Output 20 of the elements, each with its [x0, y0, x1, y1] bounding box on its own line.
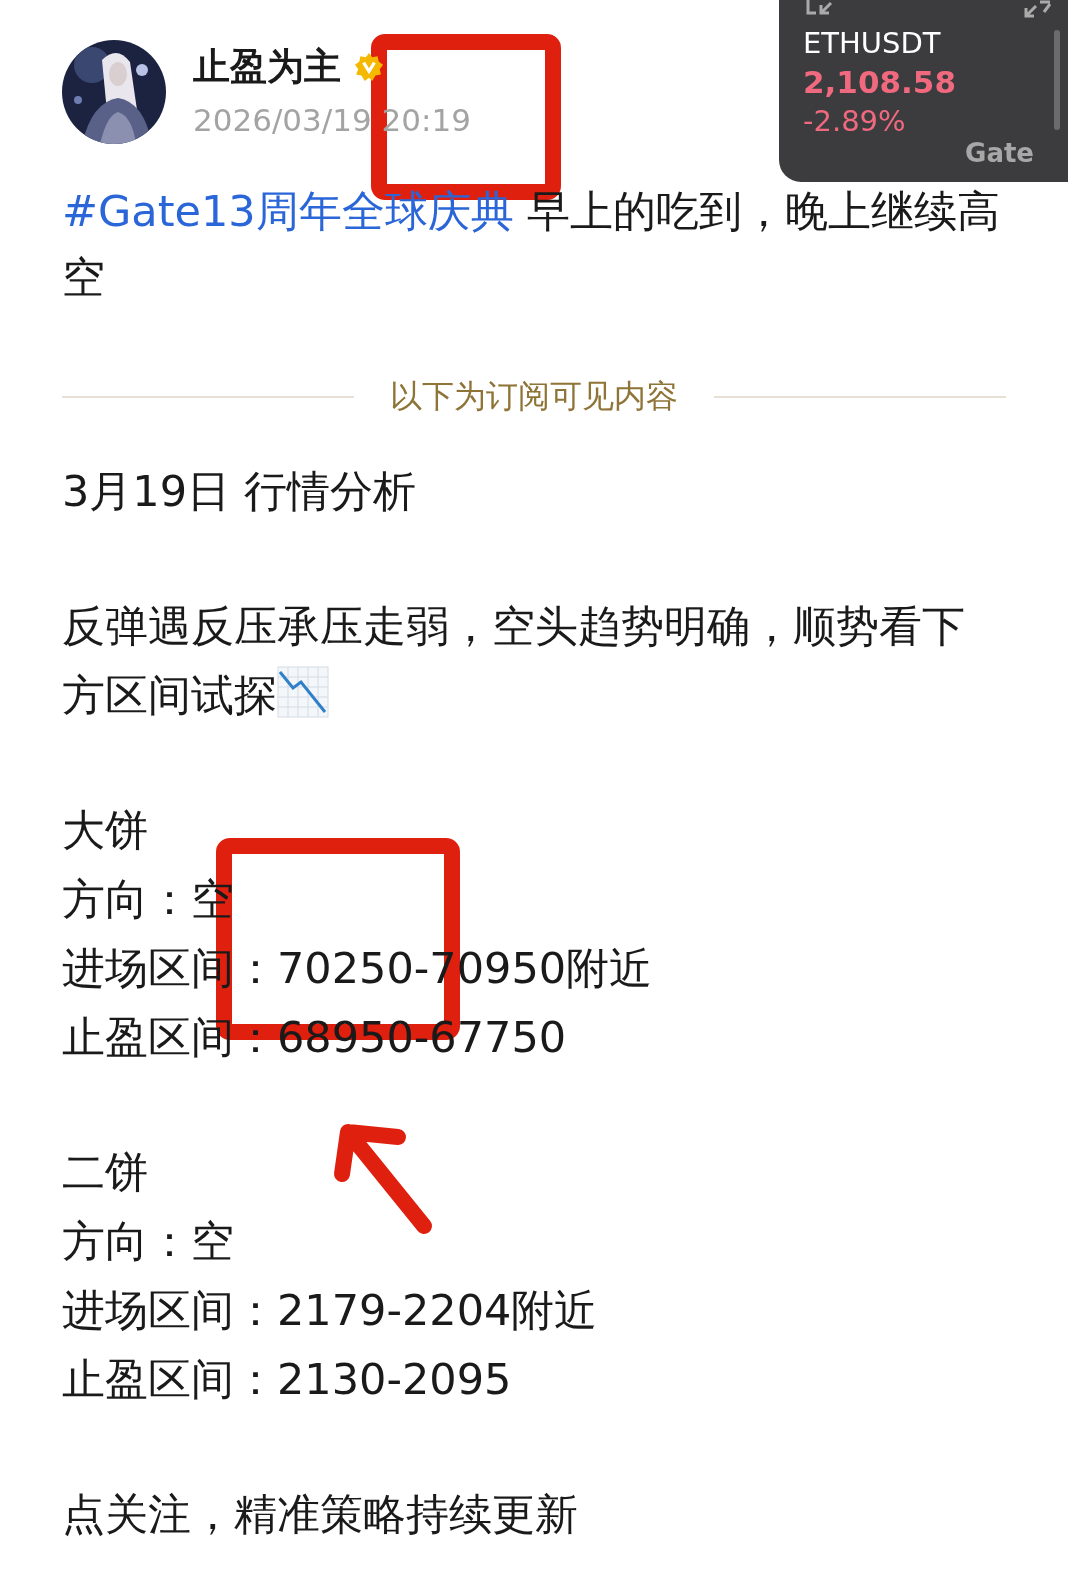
ticker-symbol: ETHUSDT: [803, 25, 942, 62]
ticker-price: 2,108.58: [803, 63, 957, 102]
divider-label: 以下为订阅可见内容: [390, 376, 678, 417]
author-name[interactable]: 止盈为主: [193, 42, 341, 92]
collapse-icon[interactable]: [805, 0, 835, 16]
post-line: 反弹遇反压承压走弱，空头趋势明确，顺势看下方区间试探: [62, 600, 966, 722]
post-line: 大饼: [62, 804, 148, 857]
brand-logo: Gate: [965, 138, 1034, 168]
ticker-change: -2.89%: [803, 103, 907, 140]
post-line: 方向：空: [62, 1215, 234, 1268]
post-line: 点关注，精准策略持续更新: [62, 1488, 578, 1541]
post-line: 止盈区间：2130-2095: [62, 1353, 512, 1406]
post-line: 进场区间：2179-2204附近: [62, 1284, 598, 1337]
expand-icon[interactable]: [1022, 0, 1052, 18]
scrollbar[interactable]: [1054, 30, 1060, 130]
post-line: 3月19日 行情分析: [62, 465, 416, 518]
hashtag-link[interactable]: #Gate13周年全球庆典: [62, 186, 514, 236]
post-text: #Gate13周年全球庆典 早上的吃到，晚上继续高空: [62, 185, 1002, 304]
post-line: 二饼: [62, 1146, 148, 1199]
ticker-widget[interactable]: ETHUSDT 2,108.58 -2.89% Gate: [779, 0, 1068, 182]
